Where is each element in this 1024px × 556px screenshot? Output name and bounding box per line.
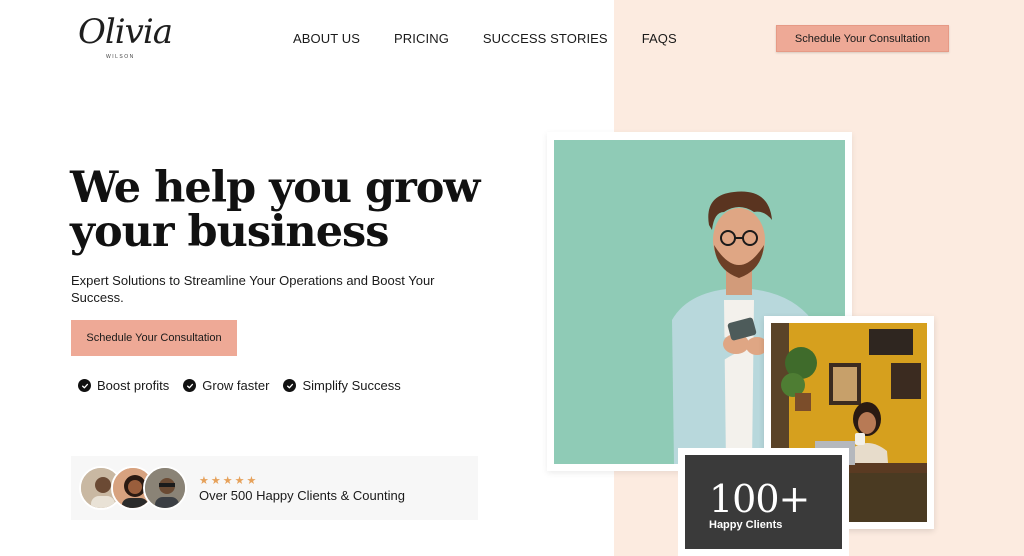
check-circle-icon (183, 379, 197, 392)
feature-label: Boost profits (97, 378, 170, 393)
header-schedule-button[interactable]: Schedule Your Consultation (776, 25, 949, 52)
hero-title: We help you grow your business (70, 163, 480, 257)
logo-subtext: WILSON (106, 54, 135, 60)
stat-card-inner: 100+ Happy Clients (685, 455, 842, 549)
hero-title-line-2: your business (70, 207, 389, 257)
main-nav: ABOUT US PRICING SUCCESS STORIES FAQS (293, 31, 711, 46)
hero-schedule-button[interactable]: Schedule Your Consultation (71, 320, 237, 356)
feature-label: Grow faster (202, 378, 270, 393)
feature-item: Simplify Success (283, 378, 401, 393)
avatar (143, 466, 187, 510)
nav-item-about-us[interactable]: ABOUT US (293, 31, 360, 46)
stat-label: Happy Clients (709, 519, 783, 531)
social-proof-text: Over 500 Happy Clients & Counting (199, 488, 405, 503)
hero-subtitle: Expert Solutions to Streamline Your Oper… (71, 273, 435, 305)
feature-item: Boost profits (78, 378, 169, 393)
feature-item: Grow faster (183, 378, 269, 393)
feature-list: Boost profits Grow faster Simplify Succe… (78, 378, 415, 393)
rating-stars: ★★★★★ (199, 475, 259, 487)
nav-item-pricing[interactable]: PRICING (394, 31, 449, 46)
feature-label: Simplify Success (302, 378, 401, 393)
hero-title-line-1: We help you grow (70, 163, 480, 213)
stat-number: 100+ (709, 477, 810, 521)
client-avatars (79, 464, 189, 512)
check-circle-icon (78, 379, 91, 392)
check-circle-icon (283, 379, 297, 392)
nav-item-success-stories[interactable]: SUCCESS STORIES (483, 31, 608, 46)
brand-logo[interactable]: Olivia WILSON (74, 12, 173, 64)
logo-script-text: Olivia (78, 12, 173, 52)
social-proof-card: ★★★★★ Over 500 Happy Clients & Counting (71, 456, 478, 520)
happy-clients-stat-card: 100+ Happy Clients (678, 448, 849, 556)
nav-item-faqs[interactable]: FAQS (642, 31, 677, 46)
